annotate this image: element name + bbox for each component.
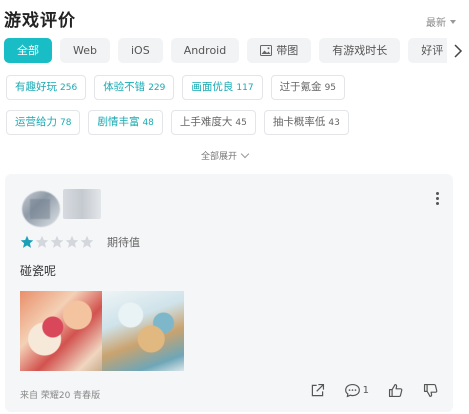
review-actions: 1 bbox=[309, 382, 439, 399]
tag-chip[interactable]: 体验不错 229 bbox=[94, 75, 175, 100]
image-icon bbox=[260, 45, 273, 56]
tag-chip[interactable]: 有趣好玩 256 bbox=[6, 75, 87, 100]
chevron-down-icon bbox=[240, 149, 250, 159]
filter-tabs: 全部 Web iOS Android 带图 有游戏时长 好评 bbox=[4, 38, 469, 64]
review-images bbox=[20, 291, 184, 371]
rating: 期待值 bbox=[20, 234, 140, 250]
tag-chip[interactable]: 画面优良 117 bbox=[182, 75, 263, 100]
dot bbox=[436, 197, 439, 200]
tag-chip[interactable]: 剧情丰富 48 bbox=[88, 110, 163, 135]
tab-playtime[interactable]: 有游戏时长 bbox=[319, 38, 401, 63]
thumbs-up-icon bbox=[388, 383, 403, 398]
tag-chip[interactable]: 过于氪金 95 bbox=[270, 75, 346, 100]
review-text: 碰瓷呢 bbox=[20, 264, 57, 278]
thumbs-down-icon bbox=[423, 383, 438, 398]
tag-chip[interactable]: 抽卡概率低 43 bbox=[263, 110, 349, 135]
sort-dropdown[interactable]: 最新 bbox=[426, 14, 456, 29]
comment-count: 1 bbox=[362, 385, 369, 396]
star-icon bbox=[50, 235, 64, 248]
username-blurred[interactable] bbox=[63, 189, 101, 219]
device-source: 来自 荣耀20 青春版 bbox=[20, 391, 101, 401]
dot bbox=[436, 192, 439, 195]
tabs-next-button[interactable] bbox=[447, 38, 469, 63]
tab-android[interactable]: Android bbox=[170, 38, 240, 63]
comment-icon bbox=[344, 383, 360, 398]
tab-all[interactable]: 全部 bbox=[4, 38, 52, 63]
star-icon bbox=[80, 235, 94, 248]
share-button[interactable] bbox=[309, 382, 326, 399]
tab-ios[interactable]: iOS bbox=[117, 38, 163, 63]
dislike-button[interactable] bbox=[422, 382, 439, 399]
review-card: 期待值 碰瓷呢 来自 荣耀20 青春版 1 bbox=[5, 174, 453, 412]
caret-down-icon bbox=[450, 19, 456, 24]
rating-label: 期待值 bbox=[107, 236, 140, 249]
avatar[interactable] bbox=[22, 191, 60, 227]
dot bbox=[436, 202, 439, 205]
tab-with-images[interactable]: 带图 bbox=[247, 38, 312, 63]
review-image[interactable] bbox=[20, 291, 102, 371]
sort-label: 最新 bbox=[426, 18, 446, 29]
star-icon bbox=[35, 235, 49, 248]
star-icon bbox=[65, 235, 79, 248]
star-icon bbox=[20, 235, 34, 248]
tag-chip[interactable]: 上手难度大 45 bbox=[170, 110, 256, 135]
share-icon bbox=[311, 383, 324, 397]
like-button[interactable] bbox=[387, 382, 404, 399]
page-title: 游戏评价 bbox=[4, 11, 76, 31]
expand-all-button[interactable]: 全部展开 bbox=[201, 149, 250, 162]
expand-label: 全部展开 bbox=[201, 152, 238, 162]
tab-web[interactable]: Web bbox=[60, 38, 110, 63]
review-image[interactable] bbox=[102, 291, 184, 371]
more-options-button[interactable] bbox=[436, 192, 439, 205]
header: 游戏评价 最新 bbox=[4, 6, 464, 32]
tag-cloud: 有趣好玩 256 体验不错 229 画面优良 117 过于氪金 95 运营给力 78 剧情… bbox=[6, 75, 426, 135]
tag-chip[interactable]: 运营给力 78 bbox=[6, 110, 81, 135]
comment-button[interactable]: 1 bbox=[344, 382, 369, 399]
chevron-right-icon bbox=[454, 43, 463, 58]
